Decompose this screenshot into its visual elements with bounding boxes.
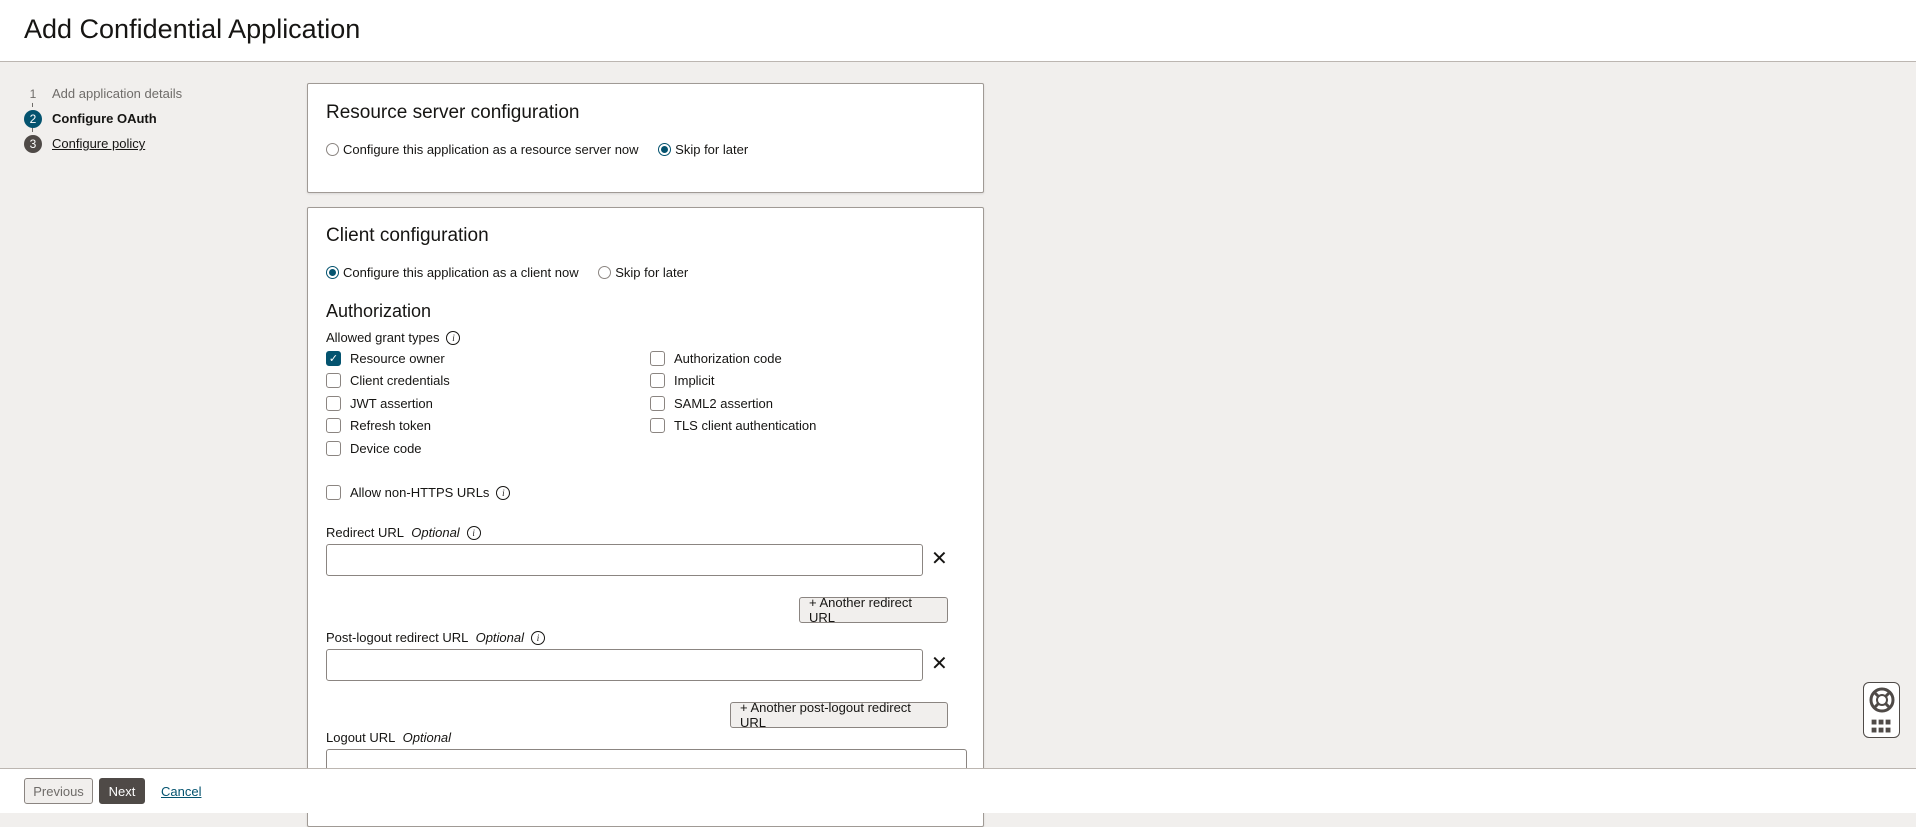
checkbox-implicit[interactable]: Implicit xyxy=(650,373,714,388)
radio-resource-skip[interactable]: Skip for later xyxy=(658,142,748,157)
radio-label: Skip for later xyxy=(615,265,689,280)
checkbox-refresh-token[interactable]: Refresh token xyxy=(326,418,431,433)
checkbox-resource-owner[interactable]: ✓ Resource owner xyxy=(326,351,445,366)
checkbox-icon xyxy=(650,351,665,366)
post-logout-url-input[interactable] xyxy=(326,649,923,681)
cancel-link[interactable]: Cancel xyxy=(161,784,201,799)
lifebuoy-icon xyxy=(1869,687,1894,713)
logout-url-label: Logout URL xyxy=(326,730,396,745)
redirect-url-label: Redirect URL xyxy=(326,525,405,540)
optional-label: Optional xyxy=(411,525,460,540)
add-post-logout-url-button[interactable]: + Another post-logout redirect URL xyxy=(730,700,948,730)
checkbox-icon xyxy=(326,441,341,456)
grant-types-label: Allowed grant types xyxy=(326,330,440,345)
checkbox-label: Implicit xyxy=(674,373,715,388)
step-number: 1 xyxy=(24,84,42,103)
checkbox-label: JWT assertion xyxy=(350,396,433,411)
help-widget[interactable]: ■■■ ■■■ xyxy=(1863,682,1900,738)
radio-selected-icon xyxy=(326,266,339,279)
checkbox-icon xyxy=(326,373,341,388)
next-button[interactable]: Next xyxy=(99,778,145,804)
radio-label: Configure this application as a resource… xyxy=(343,142,639,157)
checkbox-icon xyxy=(650,396,665,411)
checkbox-icon xyxy=(326,418,341,433)
section-title: Client configuration xyxy=(326,225,489,246)
resource-server-panel: Resource server configuration Configure … xyxy=(307,83,984,193)
clear-post-logout-url-icon[interactable]: ✕ xyxy=(931,651,948,676)
post-logout-url-label: Post-logout redirect URL xyxy=(326,630,469,645)
section-title: Resource server configuration xyxy=(326,102,580,123)
step-label: Configure policy xyxy=(52,136,146,151)
optional-label: Optional xyxy=(475,630,524,645)
step-3[interactable]: 3 Configure policy xyxy=(24,131,182,156)
grid-icon: ■■■ ■■■ xyxy=(1870,717,1893,736)
page-header: Add Confidential Application xyxy=(0,0,1916,62)
step-label: Configure OAuth xyxy=(52,111,157,126)
checkbox-label: Refresh token xyxy=(350,418,431,433)
checkbox-jwt-assertion[interactable]: JWT assertion xyxy=(326,396,433,411)
checkbox-label: Allow non-HTTPS URLs xyxy=(350,485,490,500)
checkbox-allow-non-https[interactable]: Allow non-HTTPS URLs i xyxy=(326,485,511,500)
checkbox-label: Authorization code xyxy=(674,351,782,366)
radio-icon xyxy=(326,143,339,156)
checkbox-tls-client-auth[interactable]: TLS client authentication xyxy=(650,418,816,433)
train-steps: 1 Add application details 2 Configure OAut… xyxy=(24,81,182,156)
checkbox-label: TLS client authentication xyxy=(674,418,817,433)
info-icon[interactable]: i xyxy=(531,630,545,645)
info-icon[interactable]: i xyxy=(466,525,481,540)
footer-bar: Previous Next Cancel xyxy=(0,768,1916,813)
checkbox-label: Resource owner xyxy=(350,351,445,366)
checkbox-label: SAML2 assertion xyxy=(674,396,773,411)
step-number: 2 xyxy=(24,109,42,128)
radio-selected-icon xyxy=(658,143,672,156)
previous-button[interactable]: Previous xyxy=(24,778,93,804)
checkbox-device-code[interactable]: Device code xyxy=(326,441,422,456)
step-2[interactable]: 2 Configure OAuth xyxy=(24,106,182,131)
checkbox-label: Device code xyxy=(350,441,422,456)
radio-icon xyxy=(598,266,612,279)
checkbox-client-credentials[interactable]: Client credentials xyxy=(326,373,450,388)
radio-client-now[interactable]: Configure this application as a client n… xyxy=(326,265,579,280)
checkbox-authorization-code[interactable]: Authorization code xyxy=(650,351,782,366)
info-icon[interactable]: i xyxy=(496,485,511,500)
radio-client-skip[interactable]: Skip for later xyxy=(598,265,688,280)
add-redirect-url-button[interactable]: + Another redirect URL xyxy=(799,595,948,625)
checkmark-icon: ✓ xyxy=(326,351,341,366)
checkbox-icon xyxy=(326,485,341,500)
radio-label: Configure this application as a client n… xyxy=(343,265,579,280)
checkbox-icon xyxy=(650,418,665,433)
clear-redirect-url-icon[interactable]: ✕ xyxy=(931,546,948,571)
optional-label: Optional xyxy=(402,730,452,745)
checkbox-label: Client credentials xyxy=(350,373,450,388)
checkbox-icon xyxy=(650,373,665,388)
info-icon[interactable]: i xyxy=(446,330,461,345)
checkbox-icon xyxy=(326,396,341,411)
page-title: Add Confidential Application xyxy=(24,14,361,44)
client-config-panel: Client configuration Configure this appl… xyxy=(307,207,984,827)
step-label: Add application details xyxy=(52,86,183,101)
radio-label: Skip for later xyxy=(675,142,749,157)
authorization-heading: Authorization xyxy=(326,301,432,321)
step-1[interactable]: 1 Add application details xyxy=(24,81,182,106)
redirect-url-input[interactable] xyxy=(326,544,923,576)
checkbox-saml2-assertion[interactable]: SAML2 assertion xyxy=(650,396,773,411)
step-number: 3 xyxy=(24,134,42,153)
radio-resource-now[interactable]: Configure this application as a resource… xyxy=(326,142,639,157)
